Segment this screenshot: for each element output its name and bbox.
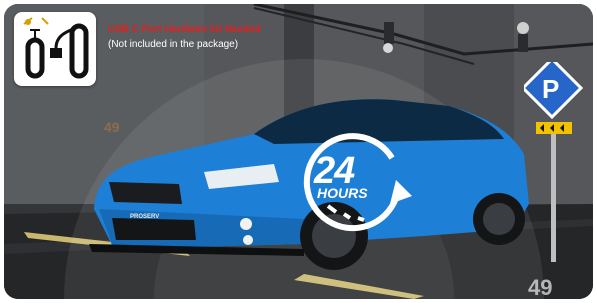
floor-number: 49 <box>528 275 552 299</box>
hardwire-cable-icon <box>23 17 89 79</box>
license-plate: PROSERV <box>130 214 159 220</box>
hardwire-kit-note: (Not included in the package) <box>108 39 239 50</box>
hours-label: HOURS <box>317 185 368 201</box>
hardwire-kit-thumbnail <box>14 12 96 86</box>
parking-letter: P <box>542 74 559 104</box>
hardwire-kit-title: USB C Port Hardwire kit Needed <box>108 24 261 35</box>
wall-number: 49 <box>104 119 120 135</box>
product-banner: PROSERV 49 49 USB C Port Hardwire kit Ne… <box>4 4 593 299</box>
parking-sign-icon: P <box>524 62 584 262</box>
